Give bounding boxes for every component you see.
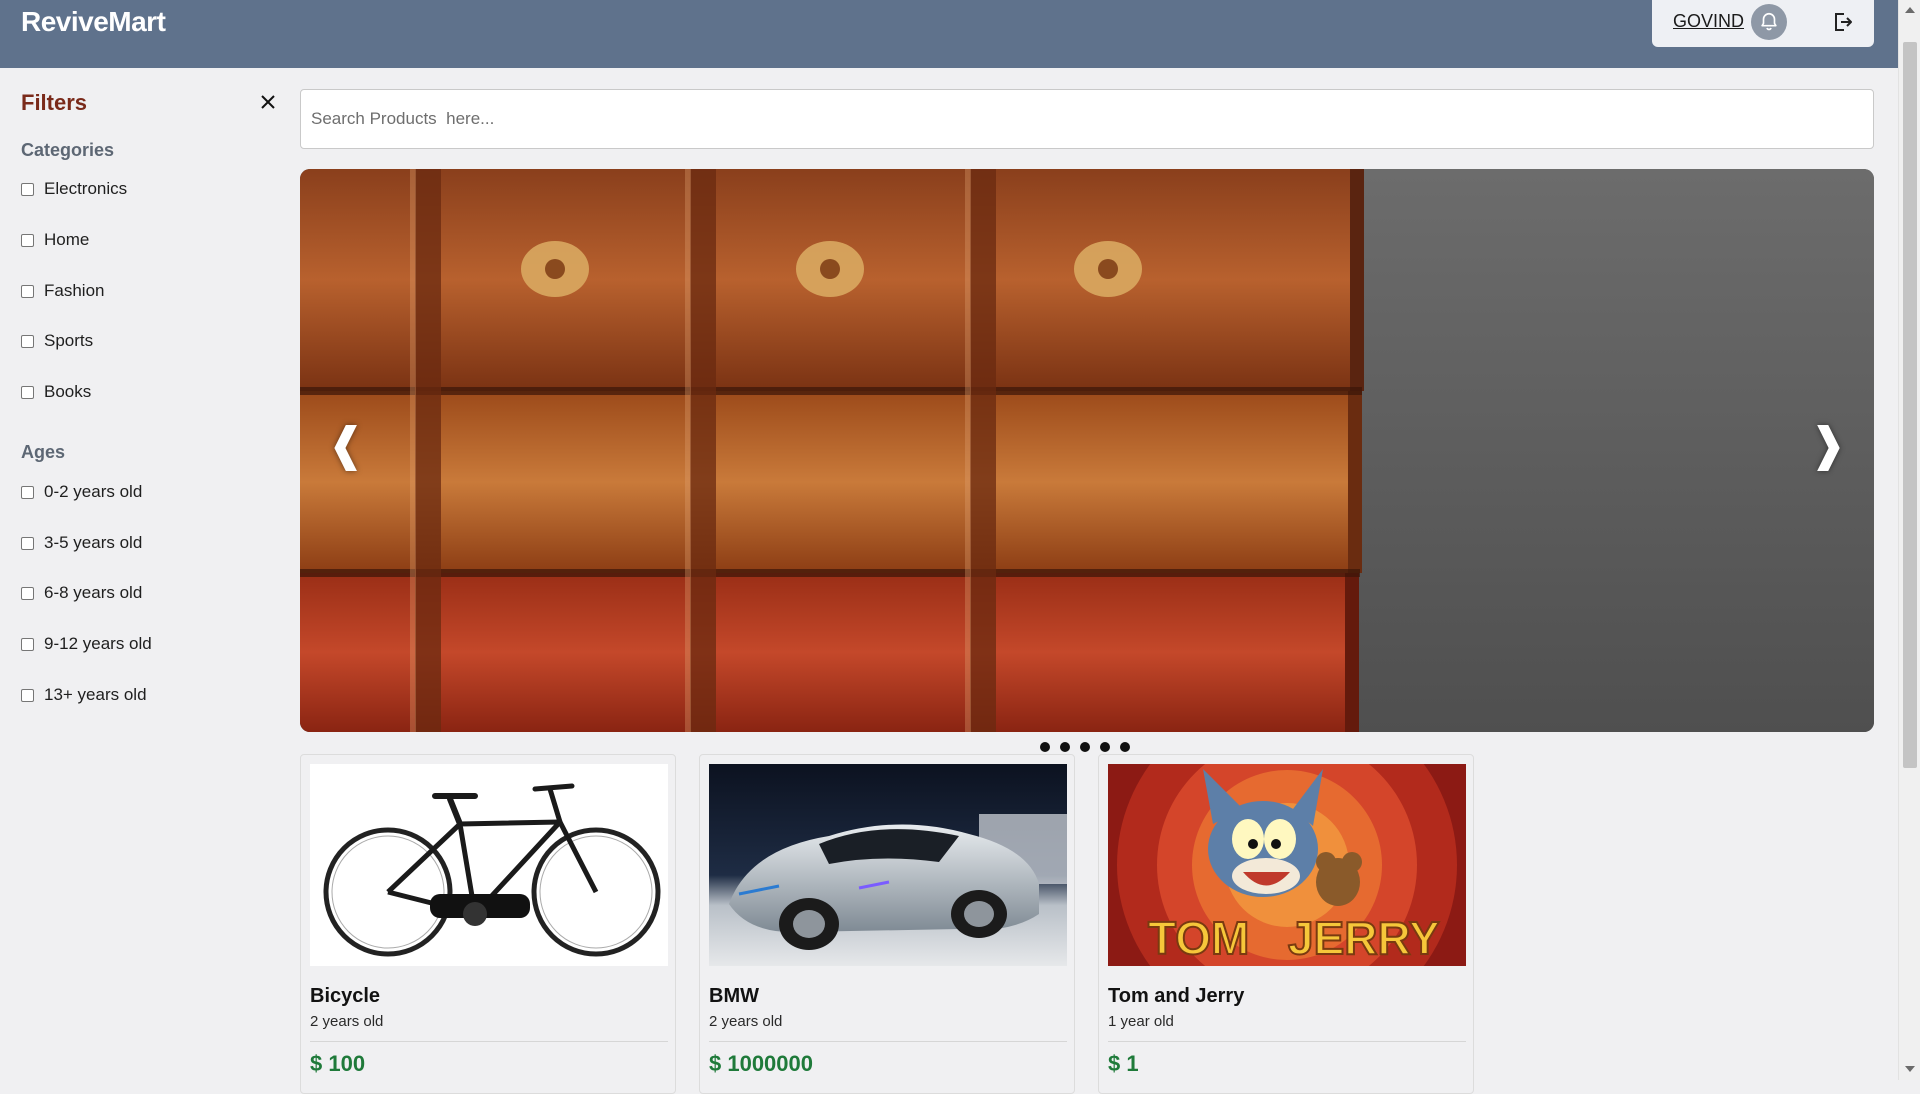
product-price: $ 1: [1108, 1051, 1139, 1076]
logout-icon[interactable]: [1830, 9, 1856, 35]
filter-label: Books: [44, 382, 92, 401]
filter-label: 9-12 years old: [44, 634, 152, 653]
checkbox[interactable]: [21, 688, 34, 702]
age-option-13-plus[interactable]: 13+ years old: [21, 683, 147, 707]
product-image-bicycle[interactable]: [310, 764, 668, 966]
category-option-sports[interactable]: Sports: [21, 329, 93, 353]
product-card-bmw[interactable]: BMW 2 years old $ 1000000: [699, 754, 1075, 1094]
filters-sidebar: Filters Categories Electronics Home Fash…: [0, 68, 290, 1080]
product-card-tom-and-jerry[interactable]: TOM JERRY Tom and Jerry 1 year old $ 1: [1098, 754, 1474, 1094]
category-option-electronics[interactable]: Electronics: [21, 177, 127, 201]
carousel-dot-4[interactable]: [1100, 742, 1110, 752]
user-name-link[interactable]: GOVIND: [1673, 11, 1744, 32]
filter-label: 0-2 years old: [44, 482, 143, 501]
age-option-6-8[interactable]: 6-8 years old: [21, 581, 142, 605]
ages-title: Ages: [21, 442, 66, 462]
checkbox[interactable]: [21, 385, 34, 399]
age-option-3-5[interactable]: 3-5 years old: [21, 531, 142, 555]
carousel-prev-button[interactable]: ❰: [326, 414, 366, 474]
filter-label: Electronics: [44, 179, 128, 198]
hero-carousel: ❰ ❱: [300, 169, 1874, 732]
product-card-bicycle[interactable]: Bicycle 2 years old $ 100: [300, 754, 676, 1094]
filter-label: Home: [44, 230, 90, 249]
product-image-tom-and-jerry[interactable]: TOM JERRY: [1108, 764, 1466, 966]
carousel-dot-5[interactable]: [1120, 742, 1130, 752]
product-age: 2 years old: [310, 1013, 384, 1030]
filter-label: 6-8 years old: [44, 583, 143, 602]
close-icon[interactable]: [258, 92, 278, 112]
product-price: $ 100: [310, 1051, 366, 1076]
product-name[interactable]: Tom and Jerry: [1108, 985, 1244, 1008]
carousel-dot-3[interactable]: [1080, 742, 1090, 752]
product-name[interactable]: BMW: [709, 985, 759, 1008]
filters-title: Filters: [21, 90, 88, 115]
product-image-bmw[interactable]: [709, 764, 1067, 966]
checkbox[interactable]: [21, 182, 34, 196]
card-divider: [1108, 1041, 1466, 1042]
categories-title: Categories: [21, 140, 115, 160]
product-name[interactable]: Bicycle: [310, 985, 380, 1008]
bell-icon[interactable]: [1751, 4, 1787, 40]
svg-text:JERRY: JERRY: [1288, 912, 1440, 964]
carousel-slide-image: [300, 169, 1874, 732]
checkbox[interactable]: [21, 536, 34, 550]
brand-logo[interactable]: ReviveMart: [21, 6, 166, 38]
top-navbar: ReviveMart GOVIND: [0, 0, 1898, 68]
category-option-home[interactable]: Home: [21, 228, 89, 252]
carousel-dot-1[interactable]: [1040, 742, 1050, 752]
checkbox[interactable]: [21, 233, 34, 247]
scroll-up-icon[interactable]: [1905, 7, 1915, 13]
product-price: $ 1000000: [709, 1051, 813, 1076]
filter-label: 3-5 years old: [44, 533, 143, 552]
checkbox[interactable]: [21, 637, 34, 651]
checkbox[interactable]: [21, 334, 34, 348]
filter-label: Fashion: [44, 281, 105, 300]
carousel-dot-2[interactable]: [1060, 742, 1070, 752]
card-divider: [310, 1041, 668, 1042]
carousel-indicators: [1040, 742, 1130, 754]
product-age: 2 years old: [709, 1013, 783, 1030]
carousel-next-button[interactable]: ❱: [1808, 414, 1848, 474]
filter-label: Sports: [44, 331, 94, 350]
checkbox[interactable]: [21, 586, 34, 600]
user-menu: GOVIND: [1652, 0, 1874, 47]
svg-text:TOM: TOM: [1148, 912, 1249, 964]
scroll-thumb[interactable]: [1903, 42, 1917, 768]
filter-label: 13+ years old: [44, 685, 147, 704]
age-option-0-2[interactable]: 0-2 years old: [21, 480, 142, 504]
page-scrollbar[interactable]: [1898, 0, 1920, 1080]
search-input[interactable]: [300, 89, 1874, 149]
age-option-9-12[interactable]: 9-12 years old: [21, 632, 152, 656]
checkbox[interactable]: [21, 284, 34, 298]
product-age: 1 year old: [1108, 1013, 1174, 1030]
category-option-fashion[interactable]: Fashion: [21, 279, 104, 303]
scroll-down-icon[interactable]: [1905, 1066, 1915, 1072]
card-divider: [709, 1041, 1067, 1042]
category-option-books[interactable]: Books: [21, 380, 91, 404]
checkbox[interactable]: [21, 485, 34, 499]
